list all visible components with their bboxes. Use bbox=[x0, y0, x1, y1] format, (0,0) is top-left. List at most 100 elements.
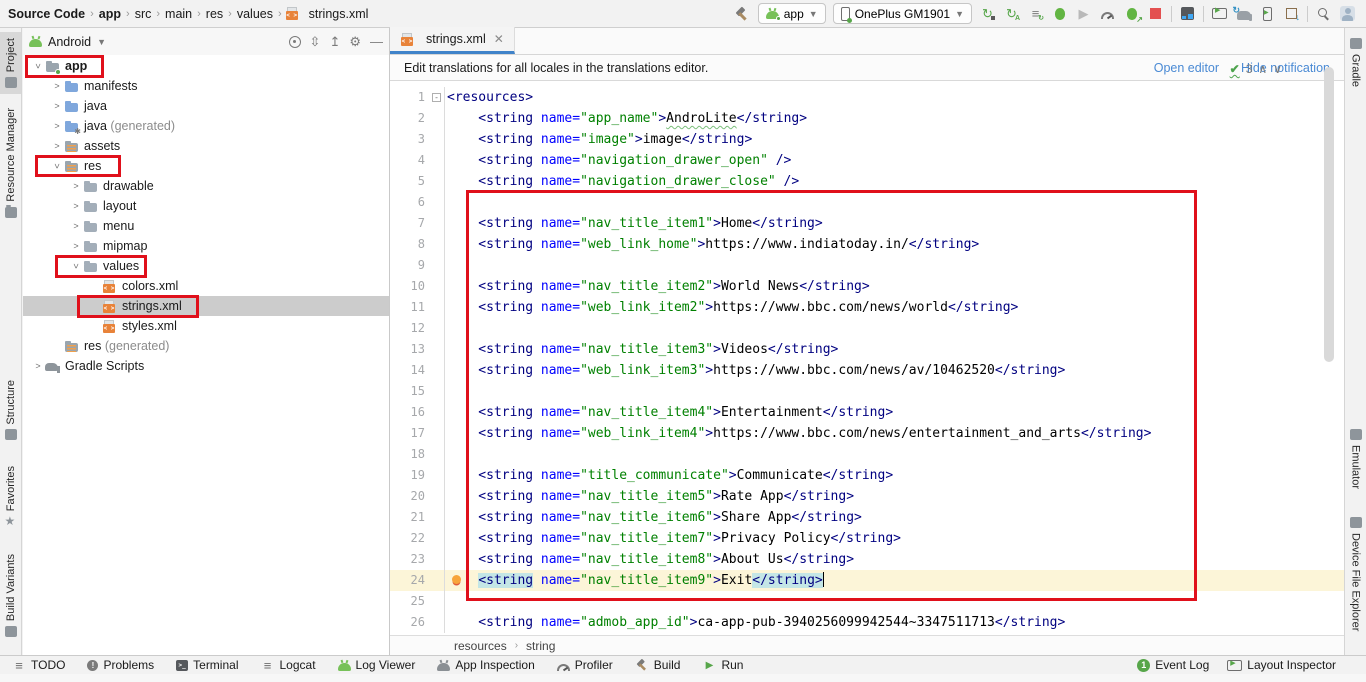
gradle-sync-icon[interactable]: ↻ bbox=[1235, 5, 1252, 22]
code-line[interactable]: 9 bbox=[390, 255, 1344, 276]
tool-button-app-inspection[interactable]: App Inspection bbox=[437, 658, 534, 672]
breadcrumb-item[interactable]: src bbox=[133, 7, 154, 21]
chevron-expanded-icon[interactable]: > bbox=[33, 59, 43, 73]
sidebar-item-project[interactable]: Project bbox=[0, 32, 21, 94]
open-editor-link[interactable]: Open editor bbox=[1154, 61, 1219, 75]
code-line[interactable]: 10 <string name="nav_title_item2">World … bbox=[390, 276, 1344, 297]
breadcrumb-resources[interactable]: resources bbox=[454, 639, 507, 653]
debug-icon[interactable] bbox=[1051, 5, 1068, 22]
tree-node-assets[interactable]: >assets bbox=[23, 136, 389, 156]
code-editor[interactable]: 1-<resources>2 <string name="app_name">A… bbox=[390, 82, 1344, 635]
user-avatar[interactable] bbox=[1339, 5, 1356, 22]
code-line[interactable]: 11 <string name="web_link_item2">https:/… bbox=[390, 297, 1344, 318]
chevron-collapsed-icon[interactable]: > bbox=[50, 141, 64, 151]
next-problem-icon[interactable]: ∨ bbox=[1273, 62, 1282, 76]
code-line[interactable]: 4 <string name="navigation_drawer_open" … bbox=[390, 150, 1344, 171]
breadcrumb-item[interactable]: res bbox=[204, 7, 225, 21]
tree-node-java[interactable]: >java bbox=[23, 96, 389, 116]
code-line[interactable]: 14 <string name="web_link_item3">https:/… bbox=[390, 360, 1344, 381]
tool-button-profiler[interactable]: Profiler bbox=[557, 658, 613, 672]
sidebar-item-favorites[interactable]: Favorites bbox=[0, 460, 21, 533]
stop-icon[interactable] bbox=[1147, 5, 1164, 22]
chevron-collapsed-icon[interactable]: > bbox=[69, 241, 83, 251]
tab-strings-xml[interactable]: strings.xml ✕ bbox=[390, 27, 515, 54]
apply-changes-icon[interactable]: ↻ bbox=[979, 5, 996, 22]
breadcrumb-item[interactable]: app bbox=[97, 7, 123, 21]
hide-panel-icon[interactable]: — bbox=[370, 34, 383, 49]
vertical-scrollbar[interactable] bbox=[1324, 67, 1334, 362]
chevron-expanded-icon[interactable]: > bbox=[52, 159, 62, 173]
close-icon[interactable]: ✕ bbox=[494, 32, 504, 46]
tree-node-mipmap[interactable]: >mipmap bbox=[23, 236, 389, 256]
tree-node-manifests[interactable]: >manifests bbox=[23, 76, 389, 96]
code-line[interactable]: 8 <string name="web_link_home">https://w… bbox=[390, 234, 1344, 255]
breadcrumb-string[interactable]: string bbox=[526, 639, 555, 653]
tree-node-menu[interactable]: >menu bbox=[23, 216, 389, 236]
sidebar-item-device-file-explorer[interactable]: Device File Explorer bbox=[1345, 511, 1366, 637]
locate-file-icon[interactable] bbox=[289, 36, 301, 48]
tree-node-styles-xml[interactable]: styles.xml bbox=[23, 316, 389, 336]
chevron-collapsed-icon[interactable]: > bbox=[69, 201, 83, 211]
tree-node-values[interactable]: >values bbox=[23, 256, 389, 276]
code-line[interactable]: 3 <string name="image">image</string> bbox=[390, 129, 1344, 150]
tool-button-run[interactable]: ▶Run bbox=[702, 658, 743, 672]
breadcrumb-item[interactable]: main bbox=[163, 7, 194, 21]
run-tasks-icon[interactable]: ≡↻ bbox=[1027, 5, 1044, 22]
inspections-widget[interactable]: ✔ 3 ∧ ∨ bbox=[1230, 62, 1282, 76]
fold-marker-icon[interactable]: - bbox=[432, 93, 441, 102]
tree-node-res[interactable]: res (generated) bbox=[23, 336, 389, 356]
tool-button-logcat[interactable]: Logcat bbox=[261, 658, 316, 672]
tree-node-app[interactable]: >app bbox=[23, 56, 389, 76]
search-icon[interactable] bbox=[1315, 5, 1332, 22]
code-line[interactable]: 12 bbox=[390, 318, 1344, 339]
collapse-all-icon[interactable]: ↥ bbox=[329, 34, 340, 50]
code-line[interactable]: 6 bbox=[390, 192, 1344, 213]
tree-node-java[interactable]: >✱java (generated) bbox=[23, 116, 389, 136]
build-hammer-icon[interactable] bbox=[734, 5, 751, 22]
code-line[interactable]: 15 bbox=[390, 381, 1344, 402]
code-line[interactable]: 18 bbox=[390, 444, 1344, 465]
sidebar-item-emulator[interactable]: Emulator bbox=[1345, 423, 1366, 495]
tool-button-terminal[interactable]: >_Terminal bbox=[176, 658, 238, 672]
tool-button-build[interactable]: Build bbox=[635, 658, 681, 672]
breadcrumb-item[interactable]: strings.xml bbox=[307, 7, 371, 21]
project-structure-icon[interactable] bbox=[1179, 5, 1196, 22]
chevron-collapsed-icon[interactable]: > bbox=[69, 181, 83, 191]
prev-problem-icon[interactable]: ∧ bbox=[1258, 62, 1267, 76]
sidebar-item-gradle[interactable]: Gradle bbox=[1345, 32, 1366, 93]
avd-manager-icon[interactable] bbox=[1259, 5, 1276, 22]
code-line[interactable]: 26 <string name="admob_app_id">ca-app-pu… bbox=[390, 612, 1344, 633]
tool-button-problems[interactable]: !Problems bbox=[87, 658, 154, 672]
code-line[interactable]: 20 <string name="nav_title_item5">Rate A… bbox=[390, 486, 1344, 507]
code-line[interactable]: 2 <string name="app_name">AndroLite</str… bbox=[390, 108, 1344, 129]
code-line[interactable]: 23 <string name="nav_title_item8">About … bbox=[390, 549, 1344, 570]
chevron-collapsed-icon[interactable]: > bbox=[50, 81, 64, 91]
tree-node-drawable[interactable]: >drawable bbox=[23, 176, 389, 196]
code-line[interactable]: 7 <string name="nav_title_item1">Home</s… bbox=[390, 213, 1344, 234]
sidebar-item-build-variants[interactable]: Build Variants bbox=[0, 548, 21, 643]
code-line[interactable]: 21 <string name="nav_title_item6">Share … bbox=[390, 507, 1344, 528]
tool-button-log-viewer[interactable]: Log Viewer bbox=[338, 658, 416, 672]
running-devices-icon[interactable] bbox=[1211, 5, 1228, 22]
chevron-collapsed-icon[interactable]: > bbox=[31, 361, 45, 371]
apply-code-changes-icon[interactable]: ↻A bbox=[1003, 5, 1020, 22]
profile-icon[interactable]: ▶ bbox=[1075, 5, 1092, 22]
tool-button-layout-inspector[interactable]: Layout Inspector bbox=[1227, 658, 1336, 672]
breadcrumb-item[interactable]: values bbox=[235, 7, 275, 21]
code-line[interactable]: 25 bbox=[390, 591, 1344, 612]
tool-button-event-log[interactable]: 1Event Log bbox=[1137, 658, 1209, 672]
tree-node-strings-xml[interactable]: strings.xml bbox=[23, 296, 389, 316]
chevron-collapsed-icon[interactable]: > bbox=[50, 101, 64, 111]
run-config-selector[interactable]: app ▼ bbox=[758, 3, 826, 24]
code-line[interactable]: 13 <string name="nav_title_item3">Videos… bbox=[390, 339, 1344, 360]
chevron-collapsed-icon[interactable]: > bbox=[69, 221, 83, 231]
intention-bulb-icon[interactable] bbox=[452, 575, 461, 584]
chevron-expanded-icon[interactable]: > bbox=[71, 259, 81, 273]
profiler-icon[interactable] bbox=[1099, 5, 1116, 22]
code-line[interactable]: 1-<resources> bbox=[390, 87, 1344, 108]
breadcrumb-item[interactable]: Source Code bbox=[6, 7, 87, 21]
sidebar-item-resource-manager[interactable]: Resource Manager bbox=[0, 102, 21, 224]
code-line[interactable]: 16 <string name="nav_title_item4">Entert… bbox=[390, 402, 1344, 423]
attach-debugger-icon[interactable]: ↗ bbox=[1123, 5, 1140, 22]
tool-button-todo[interactable]: TODO bbox=[12, 658, 65, 672]
